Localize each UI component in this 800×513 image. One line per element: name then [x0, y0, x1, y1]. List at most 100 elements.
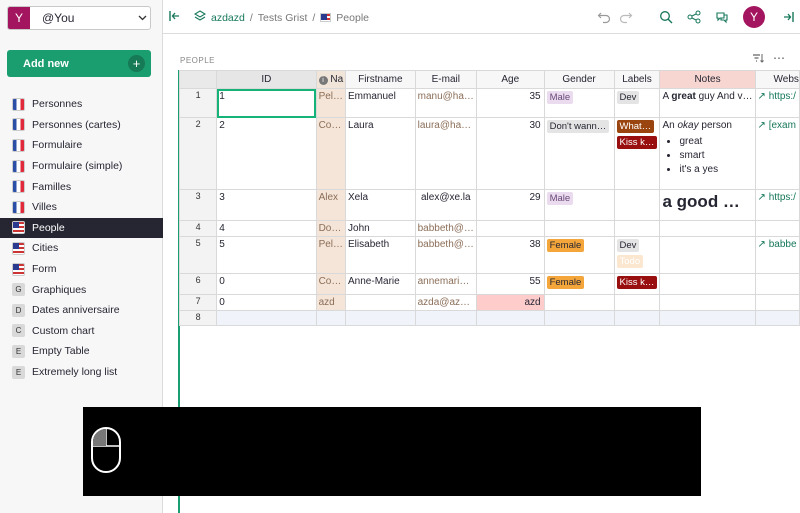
cell-id[interactable]: 4	[216, 220, 317, 237]
cell-labels[interactable]	[613, 294, 661, 311]
cell-website[interactable]: ↗ https:/	[754, 189, 800, 221]
cell-firstname[interactable]: Laura	[345, 117, 416, 190]
cell-id[interactable]	[216, 310, 317, 326]
cell-notes[interactable]	[659, 273, 756, 295]
table-row[interactable]: 8	[178, 310, 800, 326]
cell-email[interactable]	[414, 310, 477, 326]
row-number[interactable]: 5	[178, 236, 218, 274]
cell-gender[interactable]: Don't wann…	[543, 117, 615, 190]
cell-notes[interactable]	[659, 236, 756, 274]
corner-header[interactable]	[178, 70, 218, 89]
user-avatar[interactable]: Y	[743, 6, 765, 28]
table-row[interactable]: 6 0 Co… Anne-Marie annemari… 55 Female Kiss k…	[178, 273, 800, 295]
share-icon[interactable]	[686, 9, 702, 25]
cell-name[interactable]: Do…	[315, 220, 347, 237]
page-item-villes[interactable]: Villes	[0, 197, 163, 218]
website-link[interactable]: https:/	[769, 91, 796, 102]
cell-website[interactable]	[754, 310, 800, 326]
redo-icon[interactable]	[618, 9, 634, 25]
cell-labels[interactable]: Dev Todo	[613, 236, 661, 274]
cell-firstname[interactable]: Elisabeth	[345, 236, 416, 274]
cell-notes[interactable]: a good …	[659, 189, 756, 221]
expand-panel-icon[interactable]	[780, 9, 796, 25]
cell-labels[interactable]	[613, 310, 661, 326]
cell-website[interactable]: ↗ babbe	[754, 236, 800, 274]
row-number[interactable]: 8	[178, 310, 218, 326]
column-header-email[interactable]: E-mail	[414, 70, 477, 89]
row-number[interactable]: 3	[178, 189, 218, 221]
cell-name[interactable]: Co…	[315, 273, 347, 295]
row-number[interactable]: 7	[178, 294, 218, 311]
column-header-firstname[interactable]: Firstname	[345, 70, 416, 89]
cell-age[interactable]: 38	[475, 236, 545, 274]
cell-age[interactable]: 55	[475, 273, 545, 295]
page-item-personnes-cartes[interactable]: Personnes (cartes)	[0, 115, 163, 136]
table-row[interactable]: 2 2 Co… Laura laura@ha… 30 Don't wann… What… Kis…	[178, 117, 800, 190]
cell-id[interactable]: 2	[216, 117, 317, 190]
column-header-labels[interactable]: Labels	[613, 70, 661, 89]
cell-name[interactable]: azd	[315, 294, 347, 311]
cell-labels[interactable]: What… Kiss k…	[613, 117, 661, 190]
cell-age[interactable]: 35	[475, 88, 545, 118]
cell-gender[interactable]: Female	[543, 236, 615, 274]
cell-firstname[interactable]: John	[345, 220, 416, 237]
page-item-custom-chart[interactable]: C Custom chart	[0, 321, 163, 342]
cell-notes[interactable]: A great guy And v…	[659, 88, 756, 118]
column-header-age[interactable]: Age	[475, 70, 545, 89]
cell-notes[interactable]	[659, 310, 756, 326]
page-item-cities[interactable]: Cities	[0, 238, 163, 259]
cell-name[interactable]: Pel…	[315, 88, 347, 118]
cell-website[interactable]	[754, 273, 800, 295]
cell-website[interactable]: ↗ [exam	[754, 117, 800, 190]
row-number[interactable]: 4	[178, 220, 218, 237]
undo-icon[interactable]	[596, 9, 612, 25]
cell-firstname[interactable]: Anne-Marie	[345, 273, 416, 295]
cell-age[interactable]: 30	[475, 117, 545, 190]
cell-labels[interactable]: Dev	[613, 88, 661, 118]
table-row[interactable]: 4 4 Do… John babbeth@…	[178, 220, 800, 237]
page-item-form[interactable]: Form	[0, 259, 163, 280]
search-icon[interactable]	[658, 9, 674, 25]
row-number[interactable]: 2	[178, 117, 218, 190]
cell-email[interactable]: laura@ha…	[414, 117, 477, 190]
data-grid[interactable]: ID i Na Firstname E-mail Age Gender Labe…	[178, 70, 800, 326]
section-menu-icon[interactable]: ⋯	[773, 51, 785, 65]
cell-notes[interactable]	[659, 220, 756, 237]
cell-age[interactable]: 29	[475, 189, 545, 221]
cell-gender[interactable]: Male	[543, 189, 615, 221]
cell-age[interactable]	[475, 310, 545, 326]
column-header-notes[interactable]: Notes	[659, 70, 756, 89]
cell-notes[interactable]: An okay person greatsmartit's a yes	[659, 117, 756, 190]
page-item-personnes[interactable]: Personnes	[0, 94, 163, 115]
page-item-empty-table[interactable]: E Empty Table	[0, 341, 163, 362]
page-item-dates-anniversaire[interactable]: D Dates anniversaire	[0, 300, 163, 321]
row-number[interactable]: 6	[178, 273, 218, 295]
breadcrumb-workspace[interactable]: Tests Grist	[258, 12, 308, 24]
page-item-formulaire-simple[interactable]: Formulaire (simple)	[0, 156, 163, 177]
cell-email[interactable]: babbeth@…	[414, 220, 477, 237]
cell-name[interactable]: Pel…	[315, 236, 347, 274]
cell-gender[interactable]: Female	[543, 273, 615, 295]
cell-gender[interactable]	[543, 294, 615, 311]
breadcrumb-doc[interactable]: azdazd	[211, 12, 245, 24]
cell-email[interactable]: azda@az…	[414, 294, 477, 311]
cell-email[interactable]: annemari…	[414, 273, 477, 295]
website-link[interactable]: babbe	[769, 239, 797, 250]
cell-id[interactable]: 1	[216, 88, 317, 118]
table-row[interactable]: 7 0 azd azda@az… azd	[178, 294, 800, 311]
cell-id[interactable]: 0	[216, 273, 317, 295]
section-title[interactable]: PEOPLE	[180, 56, 215, 65]
column-header-id[interactable]: ID	[216, 70, 317, 89]
org-switcher[interactable]: Y @You	[7, 6, 151, 30]
row-number[interactable]: 1	[178, 88, 218, 118]
cell-name[interactable]: Co…	[315, 117, 347, 190]
cell-website[interactable]	[754, 294, 800, 311]
cell-email[interactable]: alex@xe.la	[414, 189, 477, 221]
page-item-people[interactable]: People	[0, 217, 163, 239]
cell-name[interactable]: Alex	[315, 189, 347, 221]
cell-firstname[interactable]	[345, 294, 416, 311]
comments-icon[interactable]	[714, 9, 730, 25]
table-row[interactable]: 5 5 Pel… Elisabeth babbeth@… 38 Female Dev Todo ↗…	[178, 236, 800, 274]
cell-firstname[interactable]: Xela	[345, 189, 416, 221]
cell-labels[interactable]: Kiss k…	[613, 273, 661, 295]
